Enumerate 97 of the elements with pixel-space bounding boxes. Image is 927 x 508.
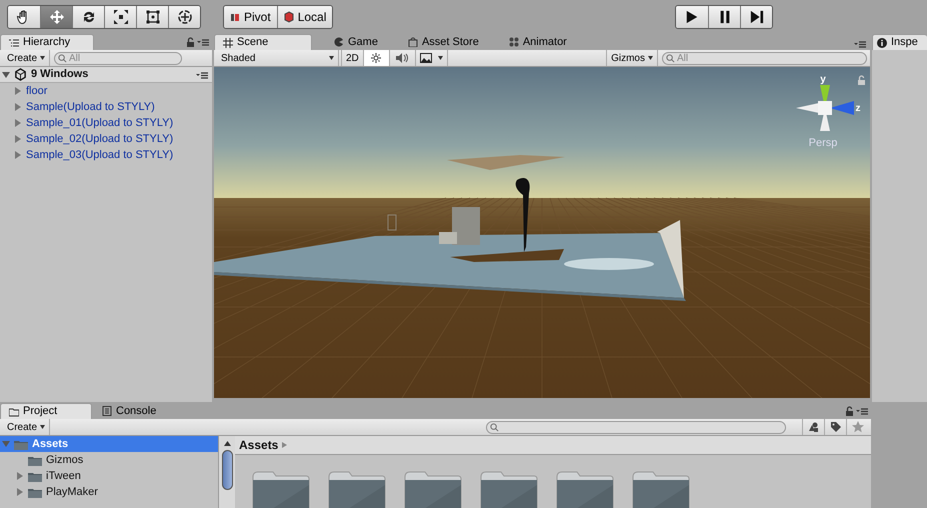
rect-tool-tool-button[interactable] — [136, 6, 168, 28]
play-icon — [685, 10, 700, 24]
hierarchy-tab[interactable]: Hierarchy — [0, 34, 94, 50]
scale-icon — [112, 8, 128, 24]
rect-tool-icon — [144, 8, 160, 24]
folder-icon — [14, 438, 28, 450]
caret-icon — [40, 56, 46, 60]
folder-icon[interactable] — [556, 471, 614, 508]
lighting-toggle[interactable] — [364, 50, 390, 66]
pivot-mode-button[interactable]: Pivot — [224, 6, 277, 28]
speaker-icon — [396, 53, 408, 63]
step-icon — [750, 10, 764, 24]
folder-name[interactable]: Assets — [32, 436, 68, 452]
up-arrow-icon — [224, 441, 230, 446]
image-icon — [420, 53, 432, 63]
folder-name[interactable]: iTween — [46, 468, 81, 484]
collapsed-arrow-icon[interactable] — [14, 87, 22, 95]
axis-label: y — [820, 75, 826, 85]
hierarchy-item[interactable]: Sample_03(Upload to STYLY) — [26, 146, 174, 164]
search-field[interactable] — [486, 420, 786, 434]
shopping-bag-icon — [408, 37, 418, 47]
search-icon — [490, 422, 499, 432]
transform-icon — [176, 8, 192, 24]
document-icon — [102, 406, 112, 416]
move-tool-button[interactable] — [40, 6, 72, 28]
gizmos-dropdown[interactable]: Gizmos — [606, 50, 658, 66]
scene-tab[interactable]: Scene — [214, 34, 312, 50]
pacman-icon — [334, 37, 344, 47]
shapes-icon — [808, 421, 820, 433]
console-tab[interactable]: Console — [94, 403, 164, 419]
play-button[interactable] — [676, 6, 708, 28]
grid-icon — [223, 38, 233, 48]
search-field[interactable]: All — [54, 52, 182, 64]
menu-icon — [856, 407, 868, 416]
folder-name[interactable]: PlayMaker — [46, 484, 98, 500]
hand-tool-button[interactable] — [8, 6, 40, 28]
sun-icon — [371, 53, 382, 63]
folder-icon[interactable] — [252, 471, 310, 508]
create-dropdown[interactable]: Create — [3, 50, 50, 66]
collapsed-arrow-icon[interactable] — [14, 151, 22, 159]
folder-icon — [28, 454, 42, 466]
folder-icon[interactable] — [404, 471, 462, 508]
menu-icon — [196, 70, 208, 78]
lock-icon — [844, 406, 854, 416]
folder-icon[interactable] — [632, 471, 690, 508]
folder-name[interactable]: Gizmos — [46, 452, 84, 468]
caret-icon — [438, 56, 443, 60]
pivot-mode-button[interactable]: Local — [276, 6, 332, 28]
transform-tool-button[interactable] — [168, 6, 200, 28]
info-icon — [877, 38, 887, 48]
menu-icon — [854, 40, 866, 48]
caret-icon — [329, 56, 334, 60]
move-icon — [48, 8, 64, 24]
rotate-tool-button[interactable] — [72, 6, 104, 28]
folder-icon — [28, 486, 42, 498]
folder-icon — [28, 470, 42, 482]
caret-right-icon — [282, 442, 288, 448]
create-dropdown[interactable]: Create — [3, 419, 50, 435]
cube-icon — [284, 10, 294, 22]
scrollbar[interactable] — [218, 436, 235, 508]
animator-tab[interactable]: Animator — [500, 34, 575, 50]
inspector-tab[interactable]: Inspe — [872, 34, 927, 50]
hierarchy-item[interactable]: Sample_02(Upload to STYLY) — [26, 130, 174, 148]
lock-icon — [186, 37, 194, 48]
breadcrumb-item[interactable]: Assets — [239, 436, 278, 454]
collapsed-arrow-icon[interactable] — [14, 135, 22, 143]
pause-button[interactable] — [708, 6, 740, 28]
shading-dropdown[interactable]: Shaded — [217, 50, 339, 66]
pause-icon — [718, 10, 732, 24]
folder-icon — [9, 406, 19, 416]
store-tab[interactable]: Asset Store — [400, 34, 487, 50]
collapsed-arrow-icon[interactable] — [16, 472, 24, 480]
orientation-gizmo-icon — [796, 85, 854, 131]
caret-icon — [648, 56, 653, 60]
game-tab[interactable]: Game — [326, 34, 386, 50]
lock-icon — [857, 75, 866, 85]
scale-tool-button[interactable] — [104, 6, 136, 28]
tag-icon — [830, 421, 842, 433]
search-field[interactable]: All — [662, 52, 867, 64]
search-icon — [58, 54, 68, 62]
node-grid-icon — [508, 37, 519, 47]
search-icon — [666, 54, 675, 62]
hierarchy-item[interactable]: Sample(Upload to STYLY) — [26, 98, 155, 116]
hierarchy-item[interactable]: floor — [26, 82, 48, 100]
collapsed-arrow-icon[interactable] — [14, 103, 22, 111]
hierarchy-item[interactable]: Sample_01(Upload to STYLY) — [26, 114, 174, 132]
step-button[interactable] — [740, 6, 772, 28]
list-icon — [9, 38, 19, 46]
project-tab[interactable]: Project — [0, 403, 92, 419]
collapsed-arrow-icon[interactable] — [16, 488, 24, 496]
axis-label: z — [856, 102, 860, 116]
folder-icon[interactable] — [328, 471, 386, 508]
expanded-arrow-icon[interactable] — [2, 70, 10, 78]
collapsed-arrow-icon[interactable] — [14, 119, 22, 127]
menu-icon — [197, 38, 210, 46]
folder-icon[interactable] — [480, 471, 538, 508]
caret-icon — [40, 425, 46, 429]
